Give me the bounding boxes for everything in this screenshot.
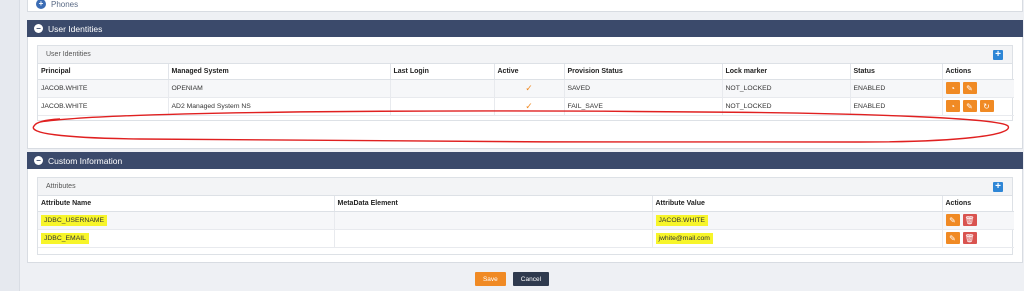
form-actions: Save Cancel xyxy=(0,272,1024,286)
cancel-button[interactable]: Cancel xyxy=(512,272,550,286)
annotation-ellipse xyxy=(32,110,1010,143)
save-button[interactable]: Save xyxy=(474,272,506,286)
